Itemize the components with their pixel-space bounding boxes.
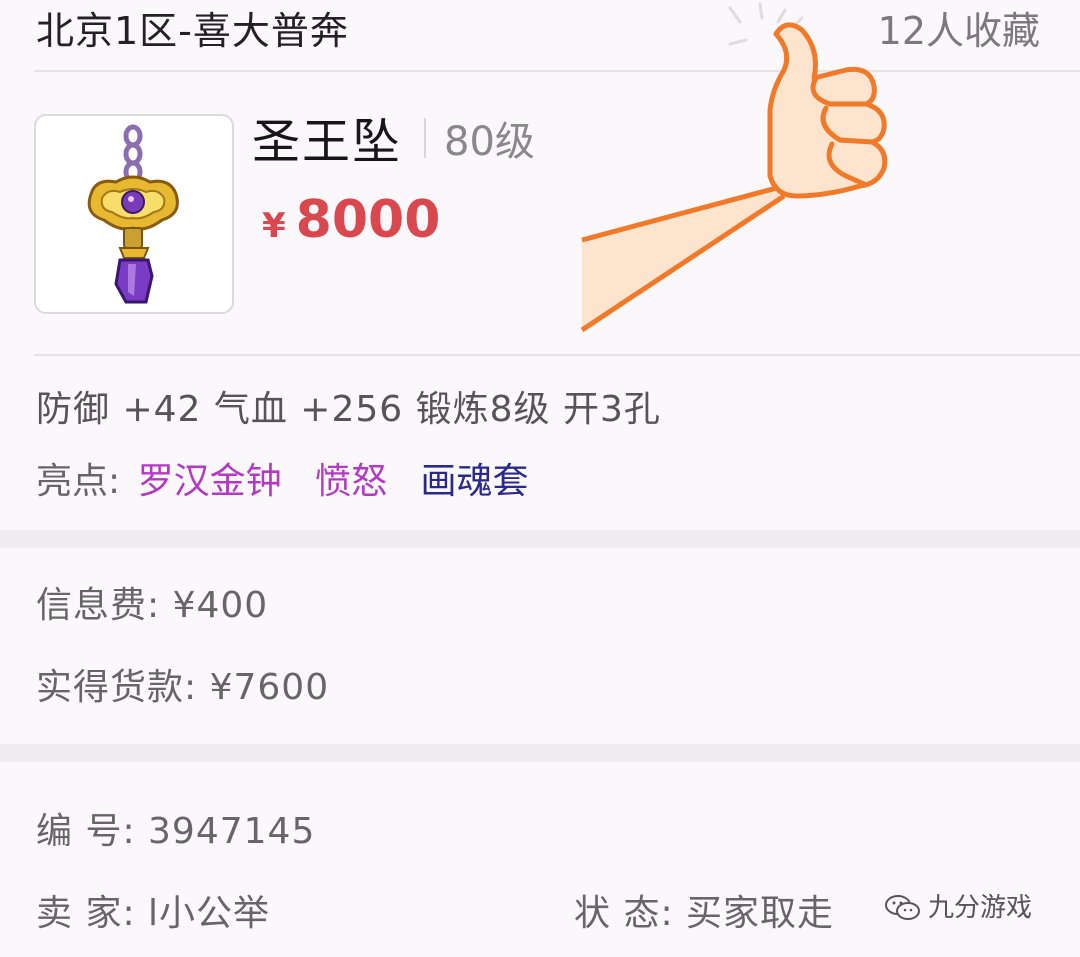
price-value: 8000 [295, 190, 441, 250]
currency-symbol: ¥ [262, 206, 286, 246]
net-payment: 实得货款: ¥7600 [36, 667, 330, 708]
highlight-tag: 愤怒 [315, 461, 388, 502]
trade-status: 状 态: 买家取走 [574, 893, 835, 934]
item-name: 圣王坠 [252, 114, 403, 170]
item-attributes: 防御 +42 气血 +256 锻炼8级 开3孔 [36, 389, 661, 430]
watermark: 九分游戏 [884, 888, 1032, 928]
serial-number: 编 号: 3947145 [36, 811, 316, 852]
item-level: 80级 [444, 119, 535, 165]
name-level-separator [424, 118, 426, 158]
server-title: 北京1区-喜大普奔 [36, 9, 349, 53]
header-divider [34, 70, 1080, 72]
wechat-icon [885, 895, 920, 920]
item-image[interactable] [34, 114, 234, 314]
highlight-tag: 画魂套 [420, 461, 529, 502]
seller-name: 卖 家: l小公举 [36, 893, 271, 934]
info-fee: 信息费: ¥400 [36, 585, 269, 626]
watermark-text: 九分游戏 [928, 893, 1033, 923]
thumbs-up-hand-icon [580, 2, 888, 333]
section-separator [0, 744, 1080, 762]
item-divider [34, 354, 1080, 356]
highlights-label: 亮点: [36, 461, 121, 502]
purple-gem-pendant-icon [87, 124, 179, 304]
item-highlights: 亮点: 罗汉金钟 愤怒 画魂套 [36, 456, 551, 508]
item-price: ¥8000 [262, 188, 440, 264]
section-separator [0, 530, 1080, 548]
highlight-tag: 罗汉金钟 [137, 461, 282, 502]
